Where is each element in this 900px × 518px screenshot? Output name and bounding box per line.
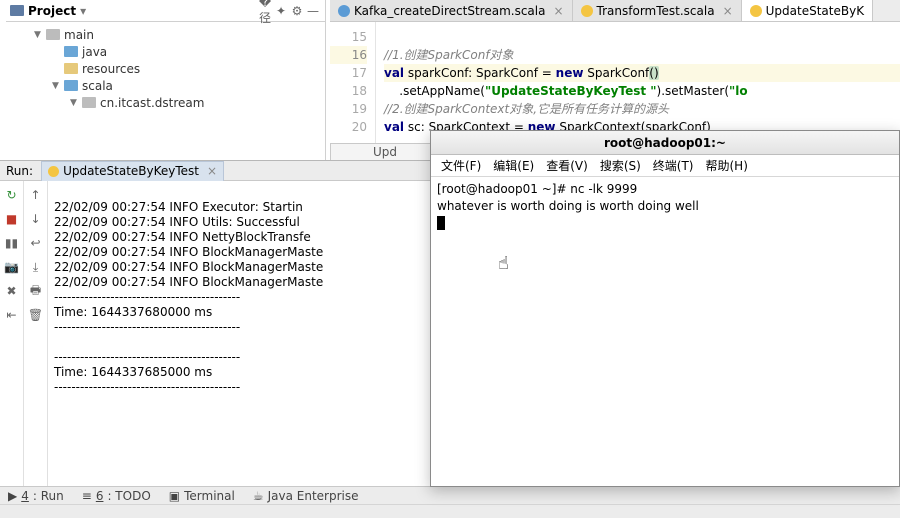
editor-tabs: Kafka_createDirectStream.scala× Transfor… [330, 0, 900, 22]
up-icon[interactable]: ↑ [28, 187, 44, 203]
gear-icon[interactable]: ⚙ [289, 4, 305, 18]
tab-transform[interactable]: TransformTest.scala× [573, 0, 742, 21]
project-title-text: Project [28, 4, 76, 18]
locate-icon[interactable]: ✦ [273, 4, 289, 18]
soft-wrap-icon[interactable]: ↩ [28, 235, 44, 251]
terminal-cursor [437, 216, 445, 230]
scala-object-icon [48, 166, 59, 177]
scroll-to-end-icon[interactable]: ⤓ [28, 259, 44, 275]
scala-object-icon [750, 5, 762, 17]
tri-down-icon: ▼ [70, 98, 78, 108]
project-tree: ▼main java resources ▼scala ▼cn.itcast.d… [6, 22, 325, 115]
folder-icon [64, 63, 78, 74]
toolstrip-todo[interactable]: ≡ 6: TODO [82, 489, 151, 503]
tree-node-java[interactable]: java [16, 43, 325, 60]
project-title[interactable]: Project ▾ [10, 4, 257, 18]
close-icon[interactable]: × [203, 164, 217, 178]
toolstrip-terminal[interactable]: ▣ Terminal [169, 489, 235, 503]
bottom-tool-strip: ▶ 4: Run ≡ 6: TODO ▣ Terminal ☕ Java Ent… [0, 486, 900, 504]
toolstrip-jee[interactable]: ☕ Java Enterprise [253, 489, 359, 503]
print-icon[interactable]: 🖶 [28, 283, 44, 299]
hide-icon[interactable]: — [305, 4, 321, 18]
rerun-icon[interactable]: ↻ [4, 187, 20, 203]
status-bar [0, 504, 900, 518]
breadcrumb[interactable]: Upd [330, 143, 440, 160]
tree-node-package[interactable]: ▼cn.itcast.dstream [16, 94, 325, 111]
tree-node-scala[interactable]: ▼scala [16, 77, 325, 94]
terminal-window[interactable]: root@hadoop01:~ 文件(F) 编辑(E) 查看(V) 搜索(S) … [430, 130, 900, 487]
folder-icon [64, 80, 78, 91]
tri-down-icon: ▼ [34, 30, 42, 40]
dump-icon[interactable]: 📷 [4, 259, 20, 275]
menu-help[interactable]: 帮助(H) [704, 155, 750, 176]
project-tool-window: Project ▾ �径 ✦ ⚙ — ▼main java resources … [6, 0, 326, 160]
collapse-icon[interactable]: �径 [257, 0, 273, 26]
scala-file-icon [338, 5, 350, 17]
tri-down-icon: ▼ [52, 81, 60, 91]
run-toolbar-left: ↻ ■ ▮▮ 📷 ✖ ⇤ [0, 181, 24, 487]
run-toolbar-right: ↑ ↓ ↩ ⤓ 🖶 🗑 [24, 181, 48, 487]
tree-node-resources[interactable]: resources [16, 60, 325, 77]
chevron-down-icon: ▾ [80, 4, 86, 18]
terminal-titlebar[interactable]: root@hadoop01:~ [431, 131, 899, 155]
menu-view[interactable]: 查看(V) [544, 155, 590, 176]
menu-edit[interactable]: 编辑(E) [491, 155, 536, 176]
stop-icon[interactable]: ■ [4, 211, 20, 227]
folder-icon [64, 46, 78, 57]
gutter: 15 16 17 18 19 20 [330, 22, 376, 160]
scala-object-icon [581, 5, 593, 17]
pause-icon[interactable]: ▮▮ [4, 235, 20, 251]
restore-layout-icon[interactable]: ⇤ [4, 307, 20, 323]
project-icon [10, 5, 24, 16]
toolstrip-run[interactable]: ▶ 4: Run [8, 489, 64, 503]
tree-node-main[interactable]: ▼main [16, 26, 325, 43]
terminal-body[interactable]: [root@hadoop01 ~]# nc -lk 9999 whatever … [431, 177, 899, 486]
run-label: Run: [6, 164, 33, 178]
close-icon[interactable]: × [719, 4, 733, 18]
menu-terminal[interactable]: 终端(T) [651, 155, 696, 176]
down-icon[interactable]: ↓ [28, 211, 44, 227]
close-icon[interactable]: × [549, 4, 563, 18]
exit-icon[interactable]: ✖ [4, 283, 20, 299]
terminal-menubar: 文件(F) 编辑(E) 查看(V) 搜索(S) 终端(T) 帮助(H) [431, 155, 899, 177]
tab-kafka[interactable]: Kafka_createDirectStream.scala× [330, 0, 573, 21]
tab-updatestate[interactable]: UpdateStateByK [742, 0, 873, 21]
menu-search[interactable]: 搜索(S) [598, 155, 643, 176]
clear-icon[interactable]: 🗑 [28, 307, 44, 323]
menu-file[interactable]: 文件(F) [439, 155, 483, 176]
project-header: Project ▾ �径 ✦ ⚙ — [6, 0, 325, 22]
package-icon [82, 97, 96, 108]
run-tab[interactable]: UpdateStateByKeyTest × [41, 161, 224, 181]
folder-icon [46, 29, 60, 40]
